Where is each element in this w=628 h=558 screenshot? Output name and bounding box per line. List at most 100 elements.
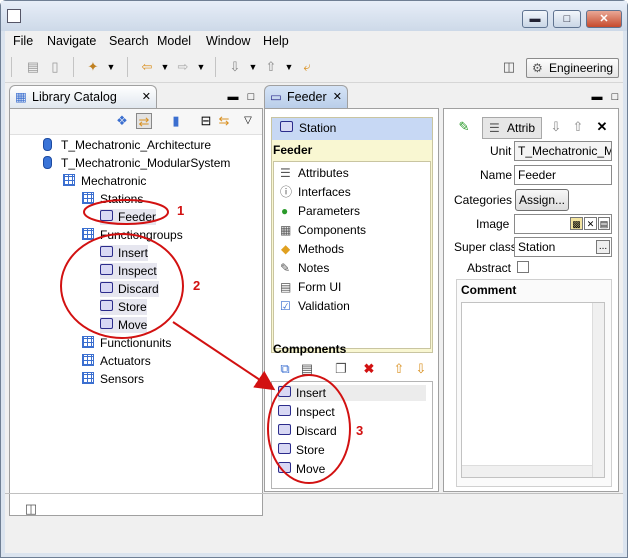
print-icon[interactable]: ▯	[47, 59, 63, 75]
tree-item[interactable]: Discard	[100, 281, 159, 297]
superclass-browse-button[interactable]: ...	[596, 240, 610, 254]
tree-item[interactable]: T_Mechatronic_ModularSystem	[43, 155, 230, 171]
menu-window[interactable]: Window	[206, 34, 250, 48]
minimize-button[interactable]: ▬	[522, 10, 548, 28]
back-arrow-icon[interactable]: ⇦	[139, 59, 155, 75]
chevron-down-icon[interactable]: ▼	[193, 59, 209, 75]
tree-item[interactable]: Store	[100, 299, 147, 315]
nav-item-methods[interactable]: ◆ Methods	[280, 240, 344, 258]
maximize-view-icon[interactable]: □	[243, 89, 259, 105]
nav-item-form-ui[interactable]: ▤ Form UI	[280, 278, 341, 296]
tree-item[interactable]: Actuators	[82, 353, 151, 369]
menu-search[interactable]: Search	[109, 34, 149, 48]
nav-item-attributes[interactable]: ☰ Attributes	[280, 164, 349, 182]
list-item[interactable]: Discard	[278, 423, 337, 439]
perspective-button[interactable]: ⚙ Engineering	[526, 58, 619, 78]
chevron-down-icon[interactable]: ▼	[103, 59, 119, 75]
comment-label: Comment	[461, 283, 517, 297]
menu-model[interactable]: Model	[157, 34, 191, 48]
minimize-view-icon[interactable]: ▬	[589, 89, 605, 105]
tree-item[interactable]: Mechatronic	[63, 173, 146, 189]
chevron-down-icon[interactable]: ▼	[281, 59, 297, 75]
delete-icon[interactable]: ✖	[361, 361, 377, 377]
move-up-icon[interactable]: ⇧	[391, 361, 407, 377]
maximize-view-icon[interactable]: □	[607, 89, 623, 105]
vertical-scrollbar[interactable]	[592, 303, 604, 477]
image-open-icon[interactable]: ▤	[598, 217, 610, 230]
component-icon	[100, 318, 113, 329]
comment-textarea[interactable]	[461, 302, 605, 478]
component-icon	[100, 210, 113, 221]
list-item[interactable]: Insert	[278, 385, 426, 401]
move-down-icon[interactable]: ⇩	[413, 361, 429, 377]
image-browse-icon[interactable]: ▩	[570, 217, 583, 230]
chevron-down-icon[interactable]: ▼	[245, 59, 261, 75]
close-window-button[interactable]: ✕	[586, 10, 622, 28]
save-icon[interactable]: ▤	[25, 59, 41, 75]
tree-item[interactable]: Move	[100, 317, 148, 333]
component-icon	[278, 443, 291, 454]
next-annotation-icon[interactable]: ⇩	[227, 59, 243, 75]
nav-item-parameters[interactable]: ● Parameters	[280, 202, 360, 220]
tree-item[interactable]: T_Mechatronic_Architecture	[43, 137, 211, 153]
list-item[interactable]: Inspect	[278, 404, 335, 420]
copy-icon[interactable]: ❐	[333, 361, 349, 377]
close-tab-icon[interactable]: ✕	[333, 86, 342, 108]
close-tab-icon[interactable]: ✕	[142, 86, 151, 108]
tree-item[interactable]: Functionunits	[82, 335, 171, 351]
wand-icon[interactable]: ✦	[85, 59, 101, 75]
minimize-view-icon[interactable]: ▬	[225, 89, 241, 105]
paste-icon[interactable]: ▤	[299, 361, 315, 377]
sync-icon[interactable]: ⇆	[216, 113, 232, 129]
station-label: Station	[299, 121, 337, 135]
list-item[interactable]: Move	[278, 461, 325, 477]
open-perspective-icon[interactable]: ◫	[501, 59, 517, 75]
tree-item[interactable]: Functiongroups	[82, 227, 183, 243]
annotation-label-3: 3	[356, 423, 364, 438]
assign-button[interactable]: Assign...	[515, 189, 569, 211]
tab-library-catalog[interactable]: ▦ Library Catalog ✕	[9, 85, 157, 109]
menu-help[interactable]: Help	[263, 34, 289, 48]
image-field[interactable]: ▩ ✕ ▤	[514, 214, 612, 234]
maximize-button[interactable]: □	[553, 10, 581, 28]
tree-item[interactable]: Feeder	[100, 209, 157, 225]
tree-item[interactable]: Stations	[82, 191, 143, 207]
expand-icon[interactable]: ❖	[114, 113, 130, 129]
forward-arrow-icon[interactable]: ⇨	[175, 59, 191, 75]
chevron-down-icon[interactable]: ▼	[157, 59, 173, 75]
nav-item-components[interactable]: ▦ Components	[280, 221, 366, 239]
station-header[interactable]: Station	[272, 118, 432, 140]
menu-navigate[interactable]: Navigate	[47, 34, 96, 48]
last-edit-icon[interactable]: ⤶	[299, 59, 315, 75]
superclass-field[interactable]: Station ...	[514, 237, 612, 257]
link-editor-icon[interactable]: ⇄	[136, 113, 152, 129]
view-menu-icon[interactable]: ▽	[240, 113, 256, 129]
abstract-checkbox[interactable]	[517, 261, 529, 273]
arrow-down-icon[interactable]: ⇩	[548, 119, 564, 135]
tree-item[interactable]: Inspect	[100, 263, 157, 279]
unit-label: Unit	[490, 144, 512, 158]
arrow-up-icon[interactable]: ⇧	[570, 119, 586, 135]
collapse-all-icon[interactable]: ⊟	[198, 113, 214, 129]
tree-item[interactable]: Sensors	[82, 371, 144, 387]
library-database-icon[interactable]: ▮	[168, 113, 184, 129]
unit-field[interactable]: T_Mechatronic_M	[514, 141, 612, 161]
name-field[interactable]: Feeder	[514, 165, 612, 185]
image-clear-icon[interactable]: ✕	[584, 217, 597, 230]
menu-file[interactable]: File	[13, 34, 33, 48]
fast-view-icon[interactable]: ◫	[23, 501, 39, 517]
tab-attributes[interactable]: ☰ Attrib	[482, 117, 542, 139]
tab-feeder-editor[interactable]: ▭ Feeder ✕	[264, 85, 348, 109]
nav-item-validation[interactable]: ☑ Validation	[280, 297, 350, 315]
toolbar-separator	[127, 57, 128, 77]
horizontal-scrollbar[interactable]	[462, 465, 592, 477]
nav-item-notes[interactable]: ✎ Notes	[280, 259, 329, 277]
new-component-icon[interactable]: ⧉	[277, 361, 293, 377]
list-item[interactable]: Store	[278, 442, 325, 458]
attributes-panel: ✎ ☰ Attrib ⇩ ⇧ ✕ Unit T_Mechatronic_M Na…	[443, 108, 619, 492]
pin-icon[interactable]: ✎	[456, 119, 472, 135]
nav-item-interfaces[interactable]: ⓘ Interfaces	[280, 183, 351, 201]
tree-item[interactable]: Insert	[100, 245, 149, 261]
previous-annotation-icon[interactable]: ⇧	[263, 59, 279, 75]
close-icon[interactable]: ✕	[594, 119, 610, 135]
